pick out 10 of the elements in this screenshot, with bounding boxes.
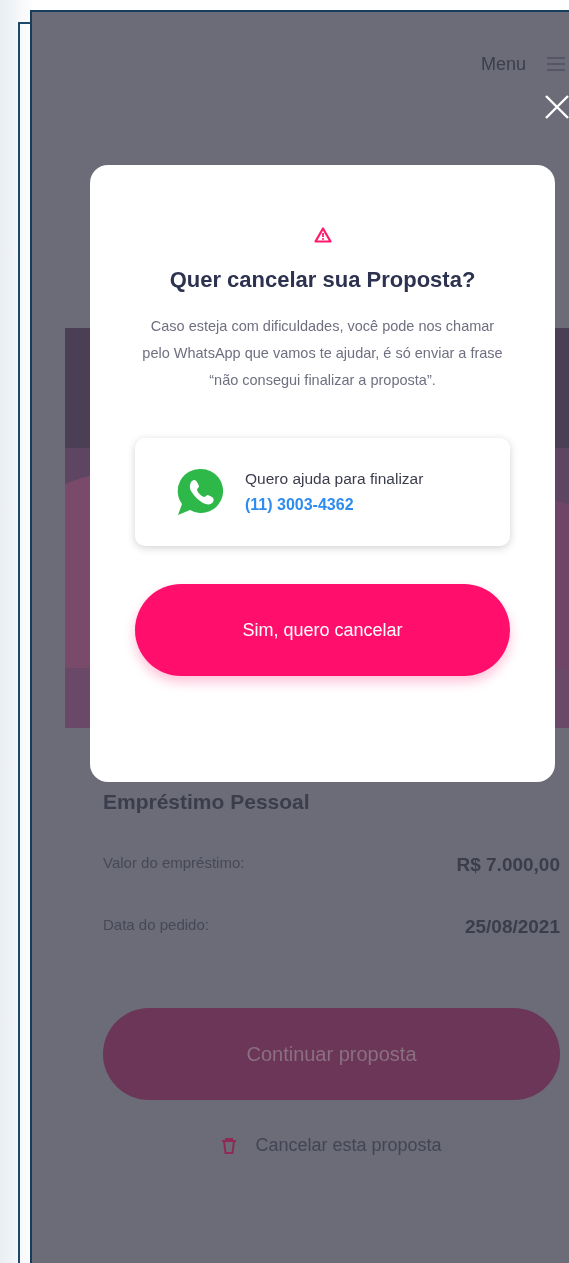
phone-link[interactable]: (11) 3003-4362 bbox=[245, 496, 424, 514]
trash-icon bbox=[221, 1136, 238, 1155]
continue-button[interactable]: Continuar proposta bbox=[103, 1008, 560, 1100]
help-label: Quero ajuda para finalizar bbox=[245, 470, 424, 488]
warning-icon bbox=[313, 227, 332, 243]
modal-text: Caso esteja com dificuldades, você pode nos chamar pelo WhatsApp que vamos te ajudar, é só enviar a frase “não consegui finalizar a proposta”. bbox=[141, 317, 504, 390]
close-icon[interactable] bbox=[544, 94, 569, 120]
confirm-cancel-button[interactable]: Sim, quero cancelar bbox=[135, 584, 510, 676]
modal-title: Quer cancelar sua Proposta? bbox=[169, 267, 476, 293]
whatsapp-help-card[interactable]: Quero ajuda para finalizar (11) 3003-4362 bbox=[135, 438, 510, 546]
